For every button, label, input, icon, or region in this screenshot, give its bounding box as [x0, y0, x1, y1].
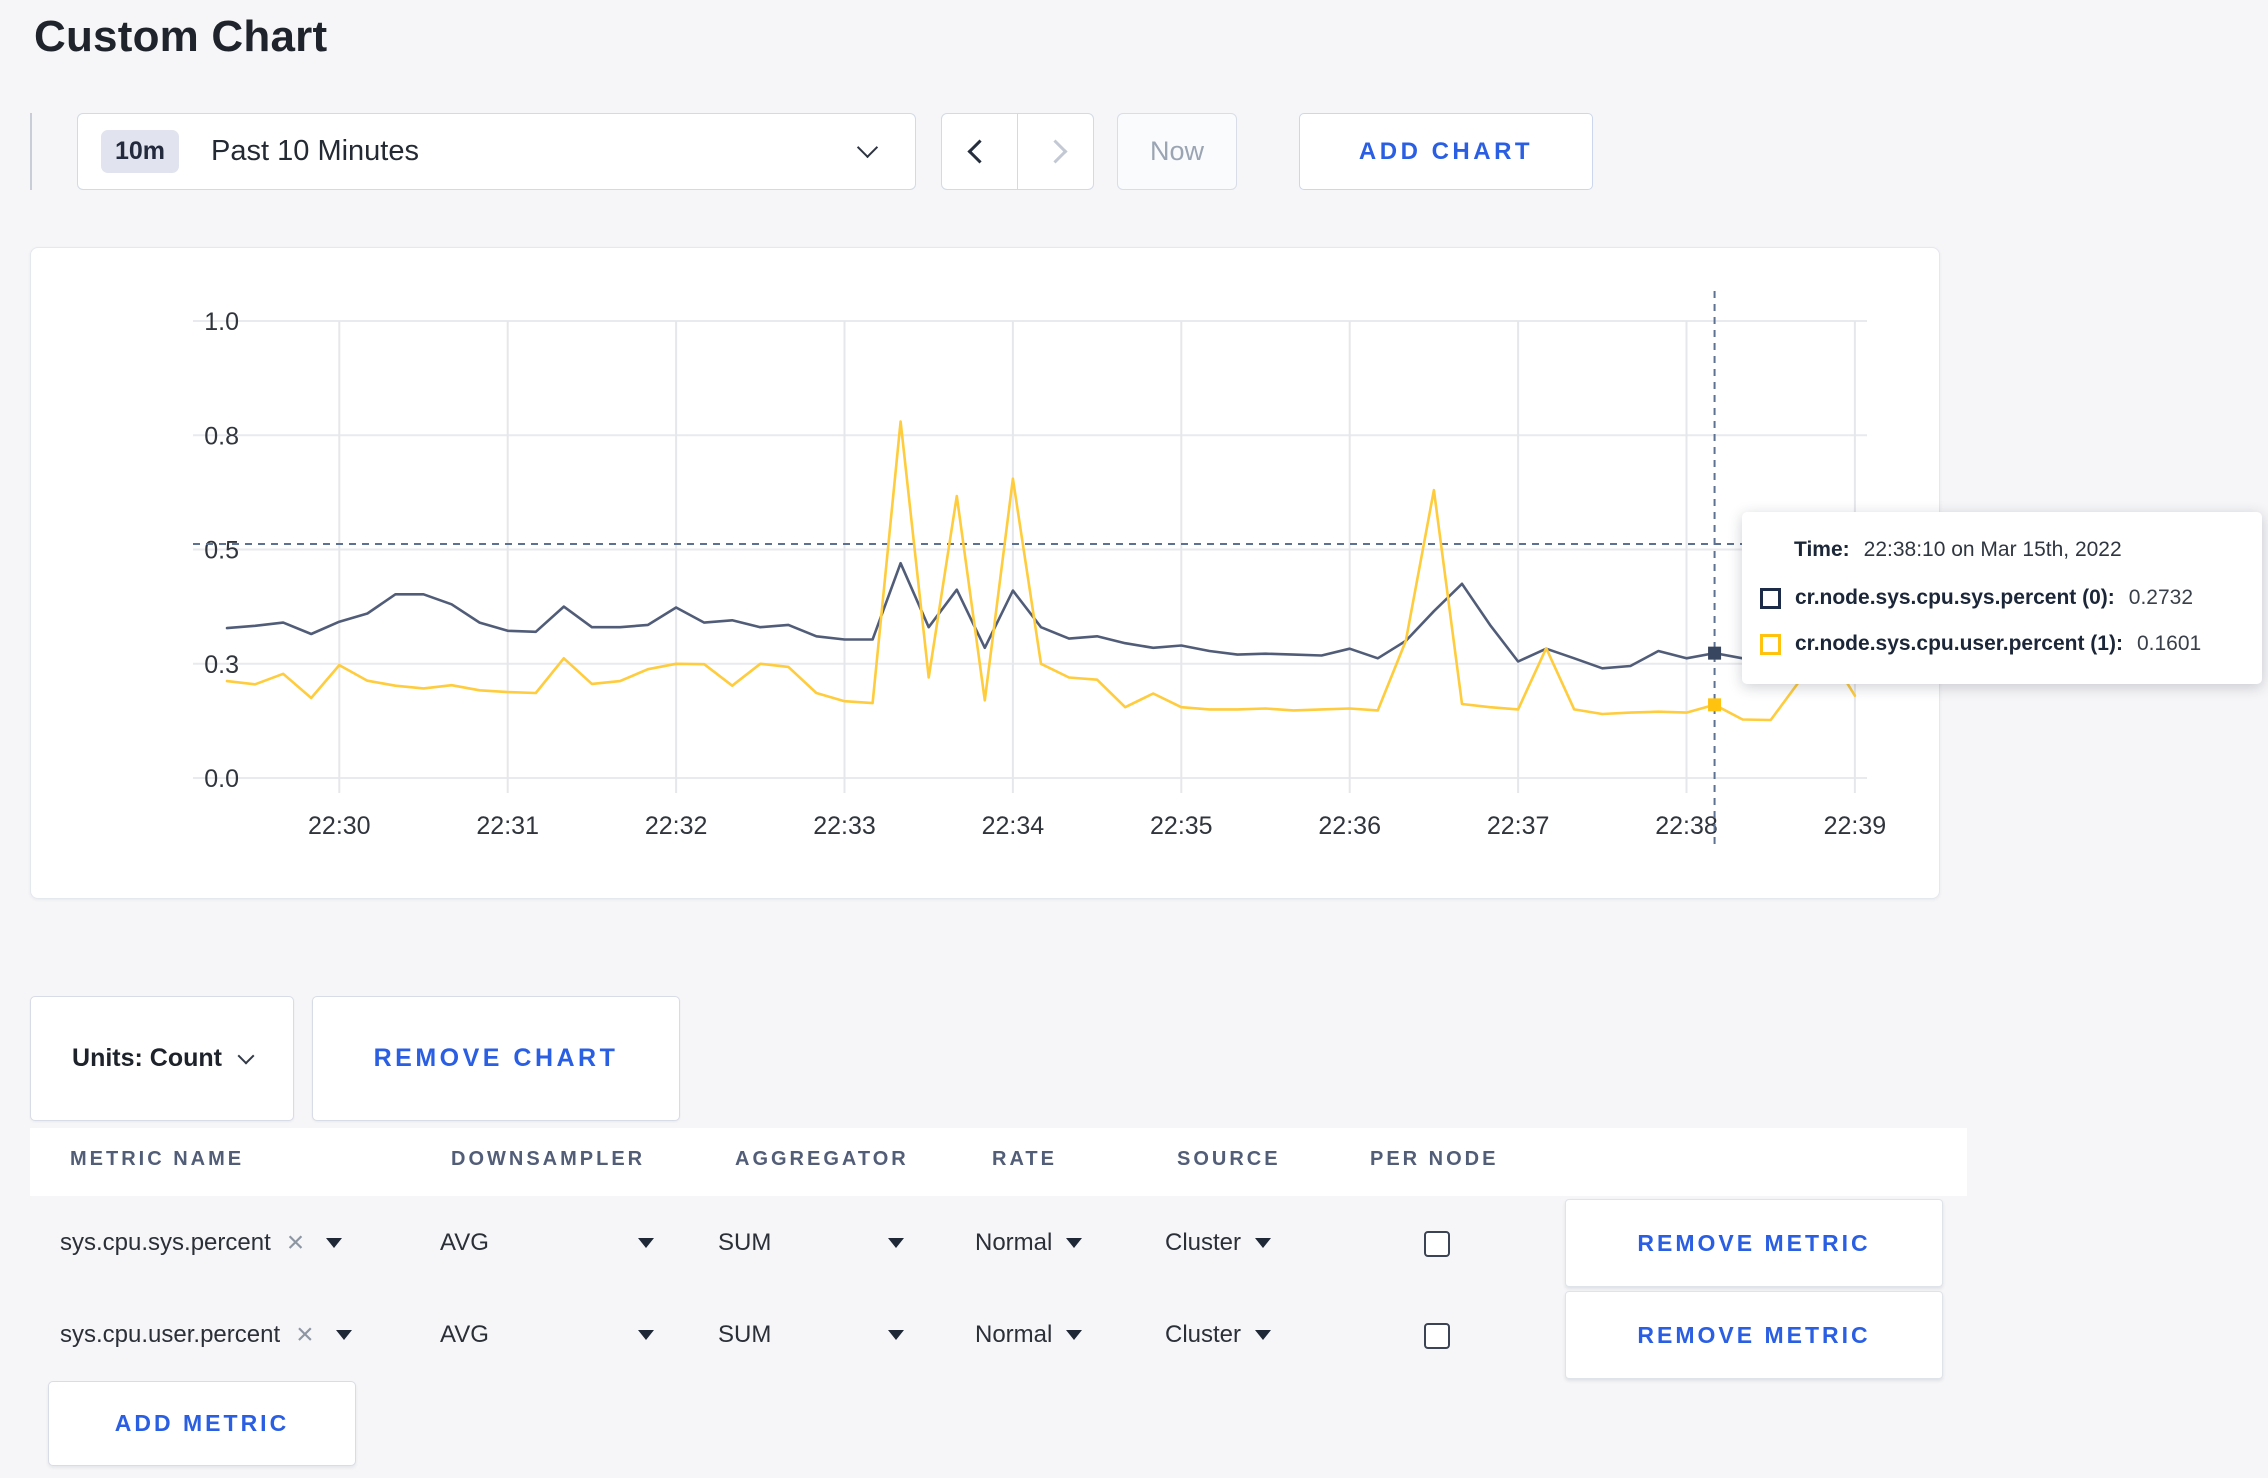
page-title: Custom Chart [34, 12, 328, 61]
header-source: SOURCE [1177, 1148, 1281, 1170]
cpu-usage-chart[interactable]: 0.0 0.3 0.5 0.8 1.0 22:30 22:31 22:32 22:33 22:34… [31, 248, 1939, 898]
tooltip-series-sys: cr.node.sys.cpu.sys.percent (0): 0.2732 [1760, 586, 2193, 610]
per-node-checkbox[interactable] [1424, 1231, 1450, 1257]
x-axis-tick-label: 22:33 [813, 812, 876, 840]
time-range-badge: 10m [101, 130, 180, 173]
tooltip-series-user: cr.node.sys.cpu.user.percent (1): 0.1601 [1760, 632, 2201, 656]
caret-down-icon[interactable] [638, 1291, 654, 1379]
toolbar-divider [30, 113, 32, 190]
x-axis-tick-label: 22:34 [982, 812, 1045, 840]
caret-down-icon [1255, 1330, 1272, 1340]
series-line-cr.node.sys.cpu.user.percent [225, 420, 1857, 722]
hover-point-cr.node.sys.cpu.sys.percent [1708, 646, 1722, 660]
chevron-right-icon [1043, 139, 1068, 164]
rate-select[interactable]: Normal [975, 1291, 1083, 1379]
metric-name-select[interactable]: sys.cpu.sys.percent × [60, 1199, 343, 1287]
downsampler-select[interactable]: AVG [440, 1291, 489, 1379]
aggregator-select[interactable]: SUM [718, 1291, 771, 1379]
remove-metric-button[interactable]: REMOVE METRIC [1565, 1199, 1943, 1287]
x-axis-tick-label: 22:31 [476, 812, 539, 840]
y-axis-tick-label: 0.5 [204, 537, 239, 565]
chevron-left-icon [967, 139, 992, 164]
caret-down-icon[interactable] [638, 1199, 654, 1287]
caret-down-icon [1066, 1238, 1083, 1248]
time-nav-group [941, 113, 1094, 190]
source-select[interactable]: Cluster [1165, 1291, 1272, 1379]
table-row: sys.cpu.sys.percent × AVG SUM Normal Clu… [30, 1199, 1967, 1287]
add-metric-button[interactable]: ADD METRIC [48, 1381, 356, 1466]
rate-select[interactable]: Normal [975, 1199, 1083, 1287]
remove-metric-button[interactable]: REMOVE METRIC [1565, 1291, 1943, 1379]
chart-tooltip: Time: 22:38:10 on Mar 15th, 2022 cr.node.… [1742, 512, 2262, 684]
per-node-checkbox[interactable] [1424, 1323, 1450, 1349]
downsampler-select[interactable]: AVG [440, 1199, 489, 1287]
caret-down-icon[interactable] [888, 1199, 904, 1287]
now-button[interactable]: Now [1117, 113, 1237, 190]
x-axis-tick-label: 22:30 [308, 812, 371, 840]
tooltip-time: Time: 22:38:10 on Mar 15th, 2022 [1794, 538, 2122, 561]
x-axis-tick-label: 22:32 [645, 812, 708, 840]
x-axis-tick-label: 22:36 [1318, 812, 1381, 840]
user-series-swatch-icon [1760, 633, 1781, 655]
aggregator-select[interactable]: SUM [718, 1199, 771, 1287]
header-aggregator: AGGREGATOR [735, 1148, 909, 1170]
caret-down-icon [326, 1238, 343, 1248]
y-axis-tick-label: 0.0 [204, 765, 239, 793]
x-axis-tick-label: 22:38 [1655, 812, 1718, 840]
time-back-button[interactable] [942, 114, 1017, 189]
caret-down-icon [1255, 1238, 1272, 1248]
source-select[interactable]: Cluster [1165, 1199, 1272, 1287]
chart-card: 0.0 0.3 0.5 0.8 1.0 22:30 22:31 22:32 22:33 22:34… [30, 247, 1940, 899]
x-axis-tick-label: 22:37 [1487, 812, 1550, 840]
metrics-table-header: METRIC NAME DOWNSAMPLER AGGREGATOR RATE … [30, 1128, 1967, 1196]
chevron-down-icon [237, 1047, 255, 1064]
metric-name-select[interactable]: sys.cpu.user.percent × [60, 1291, 352, 1379]
header-rate: RATE [992, 1148, 1057, 1170]
add-chart-button[interactable]: ADD CHART [1299, 113, 1593, 190]
x-axis-tick-label: 22:35 [1150, 812, 1213, 840]
caret-down-icon [335, 1330, 352, 1340]
clear-metric-icon[interactable]: × [296, 1318, 314, 1352]
sys-series-swatch-icon [1760, 587, 1781, 609]
y-axis-tick-label: 0.3 [204, 651, 239, 679]
header-downsampler: DOWNSAMPLER [451, 1148, 646, 1170]
clear-metric-icon[interactable]: × [287, 1226, 305, 1260]
caret-down-icon[interactable] [888, 1291, 904, 1379]
table-row: sys.cpu.user.percent × AVG SUM Normal Cl… [30, 1291, 1967, 1379]
hover-point-cr.node.sys.cpu.user.percent [1708, 698, 1722, 712]
time-range-dropdown[interactable]: 10m Past 10 Minutes [77, 113, 916, 190]
series-line-cr.node.sys.cpu.sys.percent [225, 561, 1857, 670]
header-metric-name: METRIC NAME [70, 1148, 245, 1170]
remove-chart-button[interactable]: REMOVE CHART [312, 996, 680, 1121]
chevron-down-icon [856, 136, 879, 159]
units-dropdown[interactable]: Units: Count [30, 996, 294, 1121]
y-axis-tick-label: 1.0 [204, 308, 239, 336]
time-forward-button[interactable] [1017, 114, 1093, 189]
y-axis-tick-label: 0.8 [204, 422, 239, 450]
header-per-node: PER NODE [1370, 1148, 1499, 1170]
caret-down-icon [1066, 1330, 1083, 1340]
time-range-label: Past 10 Minutes [211, 135, 419, 167]
x-axis-tick-label: 22:39 [1824, 812, 1887, 840]
